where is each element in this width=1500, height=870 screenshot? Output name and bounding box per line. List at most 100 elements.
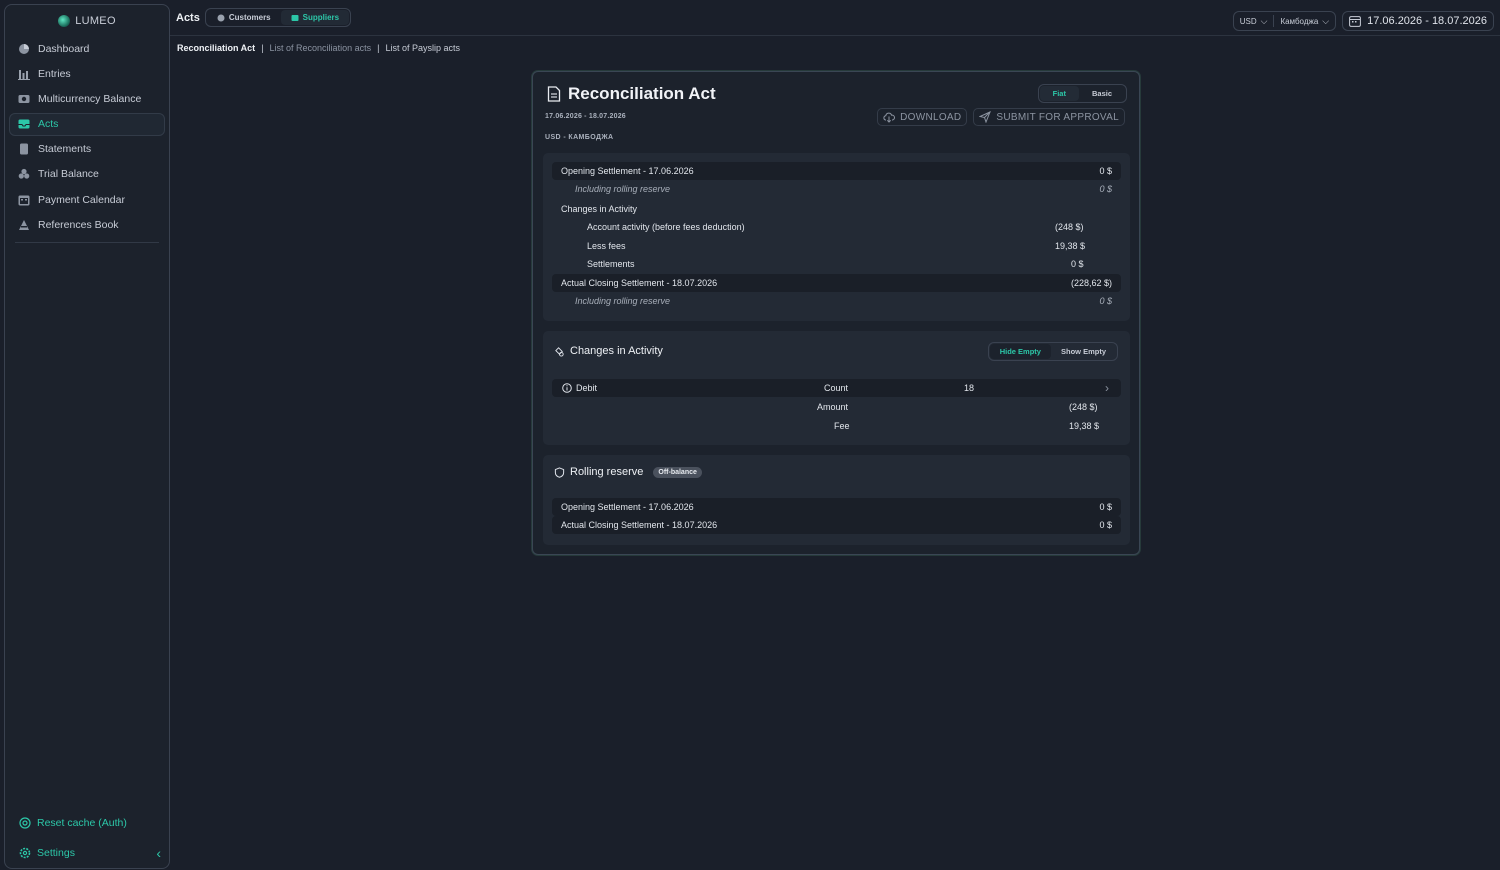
section-title: Rolling reserve Off-balance [554,466,702,478]
tab-label: Customers [228,13,271,22]
submit-for-approval-button[interactable]: SUBMIT FOR APPROVAL [973,108,1125,126]
debit-label: Debit [576,383,598,393]
row-label: Changes in Activity [561,204,638,214]
sidebar-item-label: References Book [38,218,119,231]
reset-cache-button[interactable]: Reset cache (Auth) [5,808,169,838]
document-icon [547,86,561,102]
sidebar-divider [15,242,159,244]
reset-icon [19,817,31,829]
row-label: Opening Settlement - 17.06.2026 [561,166,694,176]
currency-value: USD [1239,16,1257,26]
sidebar-item-label: Acts [38,118,59,131]
sidebar-footer: Reset cache (Auth) Settings ‹ [5,808,169,868]
fee-value: 19,38 $ [1069,421,1100,431]
section-title-text: Changes in Activity [570,345,663,357]
settlements-row: Settlements 0 $ [552,255,1121,273]
breadcrumb-payslip-list[interactable]: List of Payslip acts [385,43,460,53]
row-label: Settlements [587,259,635,269]
shield-icon [554,466,565,478]
sidebar-item-label: Entries [38,67,71,80]
off-balance-badge: Off-balance [653,466,702,478]
sidebar-item-multicurrency-balance[interactable]: Multicurrency Balance [9,87,165,110]
sidebar-nav: Dashboard Entries Multicurrency Balance … [5,37,169,244]
sidebar-item-references-book[interactable]: References Book [9,213,165,236]
mode-fiat[interactable]: Fiat [1039,86,1079,101]
hide-empty-button[interactable]: Hide Empty [989,344,1051,359]
row-label: Actual Closing Settlement - 18.07.2026 [561,520,718,530]
rolling-reserve-row: Including rolling reserve 0 $ [552,292,1121,310]
act-actions: DOWNLOAD SUBMIT FOR APPROVAL [877,108,1125,126]
row-value: 0 $ [1099,296,1112,306]
row-label: Actual Closing Settlement - 18.07.2026 [561,278,718,288]
reset-cache-label: Reset cache (Auth) [37,817,127,829]
count-value: 18 [964,383,975,393]
currency-region-select[interactable]: USD ⌵ Камбоджа ⌵ [1232,11,1337,31]
trial-balance-icon [18,169,30,180]
date-range-value: 17.06.2026 - 18.07.2026 [1367,15,1487,27]
amount-label: Amount [817,402,849,412]
tab-customers[interactable]: Customers [207,10,281,25]
show-empty-button[interactable]: Show Empty [1051,344,1116,359]
breadcrumb-reconciliation-list[interactable]: List of Reconciliation acts [270,43,372,53]
acts-icon [18,119,30,129]
mode-basic[interactable]: Basic [1079,86,1125,101]
sidebar-item-entries[interactable]: Entries [9,62,165,85]
summary-panel: Opening Settlement - 17.06.2026 0 $ Incl… [543,153,1130,321]
activity-icon [555,346,564,357]
logo-mark-icon [58,15,71,27]
sidebar-item-dashboard[interactable]: Dashboard [9,37,165,60]
amount-value: (248 $) [1069,402,1098,412]
sidebar-item-label: Trial Balance [38,168,99,181]
sidebar: LUMEO Dashboard Entries Multicurrency Ba… [4,4,170,869]
tab-label: Suppliers [302,13,340,22]
rolling-opening-row: Opening Settlement - 17.06.2026 0 $ [552,498,1121,516]
fee-label: Fee [834,421,850,431]
row-label: Less fees [587,241,626,251]
closing-settlement-row: Actual Closing Settlement - 18.07.2026 (… [552,274,1121,292]
statements-icon [20,143,28,155]
changes-in-activity-panel: Changes in Activity Hide Empty Show Empt… [543,331,1130,445]
settings-button[interactable]: Settings ‹ [5,838,169,868]
sidebar-item-trial-balance[interactable]: Trial Balance [9,163,165,186]
section-title-text: Rolling reserve [570,466,644,478]
rolling-reserve-row: Including rolling reserve 0 $ [552,180,1121,198]
sidebar-item-label: Dashboard [38,42,90,55]
amount-row: Amount (248 $) [552,398,1121,416]
entries-icon [18,69,30,80]
info-icon [562,383,572,393]
suppliers-icon [291,14,299,21]
download-label: DOWNLOAD [900,111,962,123]
row-label: Account activity (before fees deduction) [587,222,745,232]
tab-suppliers[interactable]: Suppliers [280,10,350,25]
act-title-text: Reconciliation Act [568,84,716,103]
date-range-picker[interactable]: 17.06.2026 - 18.07.2026 [1342,11,1494,31]
sidebar-item-acts[interactable]: Acts [9,112,165,136]
app-name: LUMEO [75,15,116,27]
region-value: Камбоджа [1280,16,1319,26]
app-logo[interactable]: LUMEO [5,5,169,37]
sidebar-item-payment-calendar[interactable]: Payment Calendar [9,188,165,211]
download-button[interactable]: DOWNLOAD [877,108,968,126]
row-label: Including rolling reserve [575,296,671,306]
opening-settlement-row: Opening Settlement - 17.06.2026 0 $ [552,162,1121,180]
select-divider [1273,15,1275,27]
account-activity-row: Account activity (before fees deduction)… [552,218,1121,236]
act-subtitle: USD - КАМБОДЖА [545,134,614,141]
row-value: 0 $ [1099,502,1112,512]
collapse-sidebar-icon[interactable]: ‹ [156,845,161,861]
count-label: Count [824,383,849,393]
multicurrency-icon [18,94,30,103]
sidebar-item-label: Statements [38,143,92,156]
chevron-right-icon[interactable]: › [1105,381,1109,395]
chevron-down-icon: ⌵ [1260,15,1268,26]
changes-heading-row: Changes in Activity [552,200,1121,218]
fee-row: Fee 19,38 $ [552,417,1121,435]
chevron-down-icon: ⌵ [1322,15,1330,26]
submit-label: SUBMIT FOR APPROVAL [996,111,1119,123]
rolling-reserve-panel: Rolling reserve Off-balance Opening Sett… [543,455,1130,545]
topbar-filters: USD ⌵ Камбоджа ⌵ 17.06.2026 - 18.07.2026 [1232,11,1494,31]
debit-row[interactable]: Debit Count 18 › [552,379,1121,397]
sidebar-item-statements[interactable]: Statements [9,138,165,161]
sidebar-item-label: Multicurrency Balance [38,92,142,105]
row-value: 19,38 $ [1055,241,1086,251]
